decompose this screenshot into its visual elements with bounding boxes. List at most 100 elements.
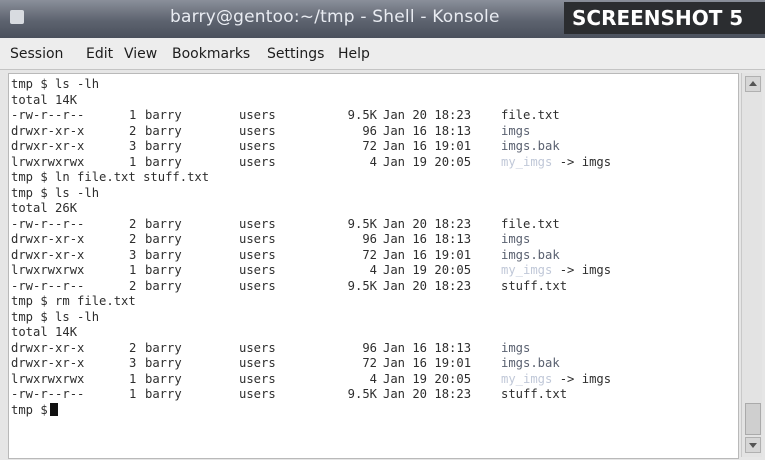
menu-bar: Session Edit View Bookmarks Settings Hel… [0, 38, 765, 70]
listing-row: drwxr-xr-x 3 barry users 72 Jan 16 19:01 imgs.… [11, 248, 731, 263]
file-name-text: file.txt [501, 216, 560, 231]
output-text: total 14K [11, 325, 78, 339]
file-size: 72 [362, 139, 377, 153]
file-size: 96 [362, 340, 377, 355]
file-size: 4 [369, 154, 377, 169]
command-text: tmp $ rm file.txt [11, 294, 136, 308]
permissions: -rw-r--r-- [11, 216, 85, 231]
link-count: 1 [129, 371, 137, 386]
window-title: barry@gentoo:~/tmp - Shell - Konsole [170, 7, 500, 27]
menu-settings[interactable]: Settings [267, 46, 324, 62]
file-name: stuff.txt [501, 279, 567, 294]
total-line: total 14K [11, 325, 731, 340]
modified-date: Jan 20 18:23 [383, 278, 472, 293]
link-count: 1 [129, 263, 137, 277]
scroll-down-button[interactable] [745, 437, 761, 453]
output-text: total 14K [11, 92, 78, 107]
file-name-text: imgs.bak [501, 356, 560, 370]
modified-date: Jan 20 18:23 [383, 387, 472, 401]
file-name-text: imgs [501, 123, 531, 138]
konsole-app-icon[interactable] [10, 10, 24, 24]
file-name-text: file.txt [501, 108, 560, 122]
permissions: lrwxrwxrwx [11, 263, 85, 277]
file-name: my_imgs -> imgs [501, 372, 611, 387]
file-size: 72 [362, 356, 377, 370]
menu-edit[interactable]: Edit [86, 46, 113, 62]
modified-date: Jan 16 18:13 [383, 123, 472, 138]
symlink-target: -> imgs [559, 263, 612, 277]
link-count: 2 [129, 216, 137, 231]
listing-row: -rw-r--r-- 1 barry users 9.5K Jan 20 18:23 stu… [11, 387, 731, 402]
group: users [239, 154, 276, 169]
link-count: 1 [129, 108, 137, 122]
link-count: 3 [129, 356, 137, 370]
owner: barry [145, 278, 182, 293]
vertical-scrollbar[interactable] [741, 73, 762, 457]
file-name-text: my_imgs [501, 371, 553, 386]
total-line: total 14K [11, 93, 731, 108]
modified-date: Jan 16 19:01 [383, 356, 472, 370]
owner: barry [145, 371, 182, 386]
menu-view[interactable]: View [124, 46, 157, 62]
modified-date: Jan 19 20:05 [383, 263, 472, 277]
permissions: -rw-r--r-- [11, 387, 85, 401]
modified-date: Jan 20 18:23 [383, 108, 472, 122]
permissions: lrwxrwxrwx [11, 371, 85, 386]
listing-row: drwxr-xr-x 3 barry users 72 Jan 16 19:01 imgs.… [11, 139, 731, 154]
file-size: 96 [362, 123, 377, 138]
file-size: 9.5K [347, 278, 377, 293]
owner: barry [145, 108, 182, 122]
scroll-thumb[interactable] [745, 403, 761, 435]
listing-row: drwxr-xr-x 2 barry users 96 Jan 16 18:13 imgs [11, 232, 731, 247]
file-name: imgs.bak [501, 139, 560, 154]
file-size: 9.5K [347, 387, 377, 401]
file-name: imgs.bak [501, 248, 560, 263]
symlink-target: -> imgs [559, 154, 612, 169]
file-size: 4 [369, 371, 377, 386]
group: users [239, 216, 276, 231]
link-count: 3 [129, 139, 137, 153]
scroll-up-button[interactable] [745, 76, 761, 92]
menu-session[interactable]: Session [10, 46, 63, 62]
file-name-text: imgs [501, 232, 531, 246]
modified-date: Jan 16 18:13 [383, 232, 472, 246]
menu-bookmarks[interactable]: Bookmarks [172, 46, 250, 62]
link-count: 3 [129, 247, 137, 262]
file-size: 9.5K [347, 216, 377, 231]
owner: barry [145, 232, 182, 246]
group: users [239, 356, 276, 370]
file-name-text: stuff.txt [501, 278, 568, 293]
command-line: tmp $ ln file.txt stuff.txt [11, 170, 731, 185]
menu-help[interactable]: Help [338, 46, 370, 62]
listing-row: -rw-r--r-- 1 barry users 9.5K Jan 20 18:23 fil… [11, 108, 731, 123]
file-size: 9.5K [347, 108, 377, 122]
file-name: stuff.txt [501, 387, 567, 402]
file-name: imgs [501, 124, 530, 139]
terminal-output[interactable]: tmp $ ls -lh total 14K -rw-r--r-- 1 barry use… [8, 73, 739, 459]
group: users [239, 278, 276, 293]
link-count: 2 [129, 232, 137, 246]
owner: barry [145, 139, 182, 153]
symlink-target: -> imgs [559, 371, 612, 386]
listing-row: drwxr-xr-x 2 barry users 96 Jan 16 18:13 imgs [11, 341, 731, 356]
owner: barry [145, 247, 182, 262]
terminal-cursor [49, 402, 58, 416]
permissions: drwxr-xr-x [11, 340, 85, 355]
group: users [239, 387, 276, 401]
command-text: tmp $ ls -lh [11, 309, 100, 324]
owner: barry [145, 216, 182, 231]
permissions: drwxr-xr-x [11, 356, 85, 370]
command-line: tmp $ [11, 402, 731, 418]
permissions: lrwxrwxrwx [11, 154, 85, 169]
title-bar[interactable]: barry@gentoo:~/tmp - Shell - Konsole SCR… [0, 0, 765, 38]
command-line: tmp $ ls -lh [11, 186, 731, 201]
owner: barry [145, 387, 182, 401]
link-count: 2 [129, 123, 137, 138]
modified-date: Jan 16 19:01 [383, 247, 472, 262]
permissions: drwxr-xr-x [11, 123, 85, 138]
group: users [239, 247, 276, 262]
group: users [239, 123, 276, 138]
group: users [239, 108, 276, 122]
file-size: 96 [362, 232, 377, 246]
file-name: imgs.bak [501, 356, 560, 371]
